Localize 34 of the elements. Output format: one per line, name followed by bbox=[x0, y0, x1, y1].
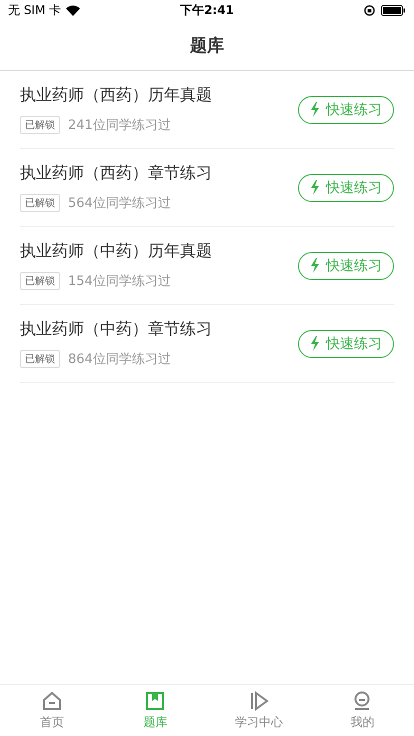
practice-count: 154位同学练习过 bbox=[68, 273, 171, 290]
quick-practice-button[interactable]: 快速练习 bbox=[298, 252, 394, 280]
unlocked-tag: 已解锁 bbox=[20, 350, 60, 368]
lightning-icon bbox=[310, 180, 320, 195]
unlocked-tag: 已解锁 bbox=[20, 272, 60, 290]
practice-count: 241位同学练习过 bbox=[68, 117, 171, 134]
home-icon bbox=[42, 690, 62, 710]
clock-text: 下午2:41 bbox=[180, 2, 234, 18]
lightning-icon bbox=[310, 336, 320, 351]
unlocked-tag: 已解锁 bbox=[20, 194, 60, 212]
rotation-lock-icon bbox=[364, 4, 375, 16]
lightning-icon bbox=[310, 102, 320, 117]
bookmark-icon bbox=[145, 690, 166, 710]
tab-bar-item[interactable]: 首页 bbox=[0, 685, 104, 736]
lightning-icon bbox=[310, 258, 320, 273]
carrier-text: 无 SIM 卡 bbox=[8, 2, 62, 18]
tab-bar-item[interactable]: 题库 bbox=[104, 685, 207, 736]
play-icon bbox=[248, 690, 269, 710]
tab-bar-item[interactable]: 我的 bbox=[310, 685, 414, 736]
user-icon bbox=[352, 690, 372, 710]
practice-count: 864位同学练习过 bbox=[68, 351, 171, 368]
item-title: 执业药师（西药）历年真题 bbox=[20, 85, 212, 106]
quick-practice-button[interactable]: 快速练习 bbox=[298, 330, 394, 358]
quick-practice-button[interactable]: 快速练习 bbox=[298, 174, 394, 202]
quick-practice-button[interactable]: 快速练习 bbox=[298, 96, 394, 124]
item-title: 执业药师（西药）章节练习 bbox=[20, 163, 212, 184]
practice-count: 564位同学练习过 bbox=[68, 195, 171, 212]
tab-bar-item[interactable]: 学习中心 bbox=[207, 685, 310, 736]
battery-icon bbox=[380, 4, 406, 16]
page-title: 题库 bbox=[190, 34, 224, 56]
unlocked-tag: 已解锁 bbox=[20, 116, 60, 134]
wifi-icon bbox=[66, 4, 80, 16]
item-title: 执业药师（中药）历年真题 bbox=[20, 241, 212, 262]
item-title: 执业药师（中药）章节练习 bbox=[20, 319, 212, 340]
